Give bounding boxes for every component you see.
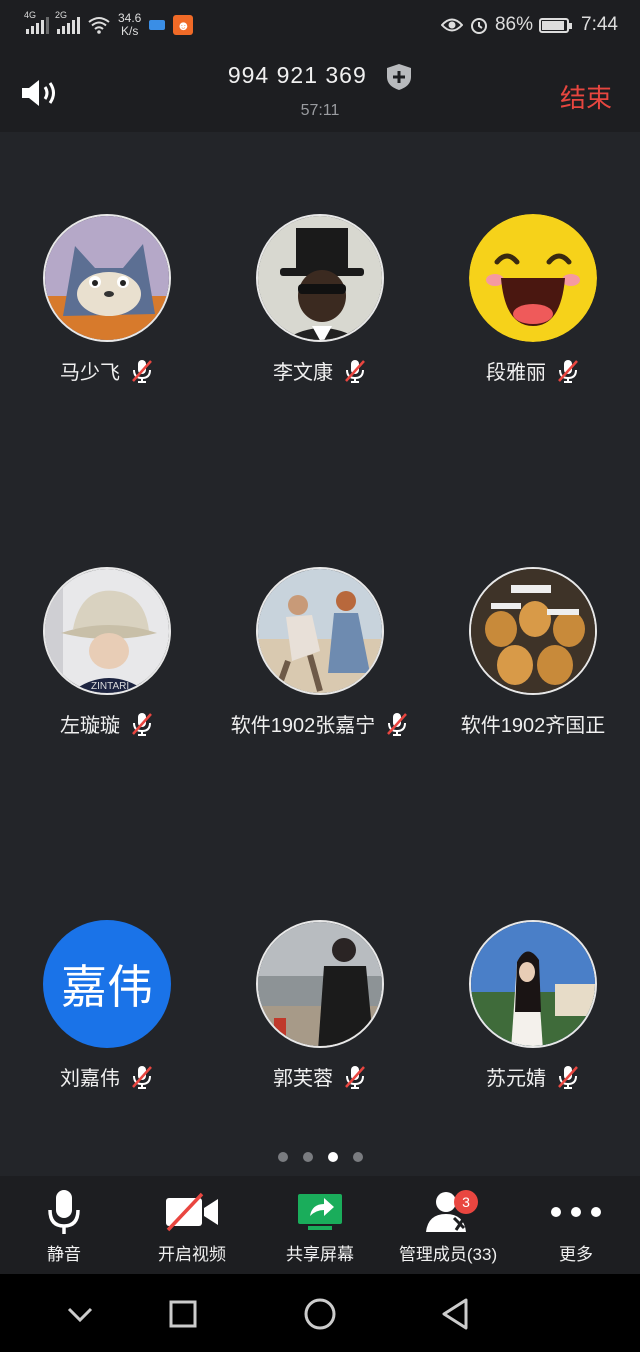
participant-tile[interactable]: 软件1902齐国正 bbox=[426, 567, 640, 738]
start-video-label: 开启视频 bbox=[158, 1245, 226, 1264]
avatar-initials: 嘉伟 bbox=[43, 920, 171, 1048]
eye-icon bbox=[440, 18, 463, 32]
mute-button[interactable]: 静音 bbox=[0, 1176, 128, 1274]
participant-tile[interactable]: 苏元婧 bbox=[426, 920, 640, 1091]
participant-grid: 马少飞 李文康 段雅丽 ZINTARI 左璇璇 软件1902张嘉宁 软件1902… bbox=[0, 132, 640, 1176]
participant-tile[interactable]: 马少飞 bbox=[0, 214, 214, 385]
participant-tile[interactable]: 李文康 bbox=[213, 214, 427, 385]
signal-icon-2: 2G bbox=[55, 10, 80, 34]
network-speed: 34.6 K/s bbox=[118, 11, 142, 38]
alarm-icon bbox=[470, 18, 487, 34]
mic-muted-icon bbox=[345, 1065, 365, 1089]
avatar bbox=[43, 214, 171, 342]
share-screen-label: 共享屏幕 bbox=[286, 1245, 354, 1264]
members-count-badge: 3 bbox=[454, 1190, 478, 1214]
mic-muted-icon bbox=[132, 359, 152, 383]
page-dot-active[interactable] bbox=[327, 1152, 338, 1162]
mic-muted-icon bbox=[132, 712, 152, 736]
participant-name: 刘嘉伟 bbox=[60, 1068, 120, 1090]
participant-tile[interactable]: 软件1902张嘉宁 bbox=[193, 567, 447, 738]
end-meeting-button[interactable]: 结束 bbox=[560, 78, 612, 115]
system-nav-bar bbox=[0, 1274, 640, 1352]
battery-percent: 86% bbox=[494, 14, 534, 35]
more-button[interactable]: 更多 bbox=[512, 1176, 640, 1274]
app-logo-icon: ☻ bbox=[173, 15, 194, 35]
participant-name: 李文康 bbox=[273, 362, 333, 384]
start-video-button[interactable]: 开启视频 bbox=[128, 1176, 256, 1274]
participant-name: 左璇璇 bbox=[60, 715, 120, 737]
participant-name: 苏元婧 bbox=[486, 1068, 546, 1090]
back-icon[interactable] bbox=[436, 1294, 476, 1334]
meeting-header: 994 921 369 57:11 结束 bbox=[0, 54, 640, 132]
home-icon[interactable] bbox=[300, 1294, 340, 1334]
meeting-id: 994 921 369 bbox=[0, 62, 640, 91]
avatar bbox=[256, 920, 384, 1048]
page-dot[interactable] bbox=[352, 1152, 363, 1162]
avatar bbox=[256, 567, 384, 695]
avatar: ZINTARI bbox=[43, 567, 171, 695]
avatar bbox=[256, 214, 384, 342]
page-dot[interactable] bbox=[277, 1152, 288, 1162]
mute-label: 静音 bbox=[47, 1245, 81, 1264]
participant-tile[interactable]: ZINTARI 左璇璇 bbox=[0, 567, 214, 738]
participant-tile[interactable]: 段雅丽 bbox=[426, 214, 640, 385]
more-dots-icon bbox=[551, 1207, 601, 1217]
participant-name: 郭芙蓉 bbox=[273, 1068, 333, 1090]
recent-apps-icon[interactable] bbox=[163, 1294, 203, 1334]
status-bar: 4G 2G 34.6 K/s ☻ 86% 7:44 bbox=[0, 0, 640, 54]
avatar bbox=[469, 920, 597, 1048]
participant-tile[interactable]: 郭芙蓉 bbox=[213, 920, 427, 1091]
participant-name: 软件1902齐国正 bbox=[460, 715, 606, 737]
wifi-icon bbox=[88, 17, 110, 34]
mic-muted-icon bbox=[387, 712, 408, 736]
video-off-icon bbox=[166, 1192, 218, 1232]
meeting-id-text: 994 921 369 bbox=[227, 62, 367, 88]
app-notification-icon bbox=[149, 20, 166, 30]
manage-members-label: 管理成员(33) bbox=[398, 1245, 498, 1264]
manage-members-button[interactable]: 3 管理成员(33) bbox=[384, 1176, 512, 1274]
avatar bbox=[469, 567, 597, 695]
participant-name: 马少飞 bbox=[60, 362, 120, 384]
page-indicator[interactable] bbox=[0, 1152, 640, 1162]
page-dot[interactable] bbox=[302, 1152, 313, 1162]
svg-text:ZINTARI: ZINTARI bbox=[91, 681, 129, 692]
participant-tile[interactable]: 嘉伟 刘嘉伟 bbox=[0, 920, 214, 1091]
mic-muted-icon bbox=[132, 1065, 152, 1089]
mic-muted-icon bbox=[558, 1065, 578, 1089]
battery-icon bbox=[539, 17, 573, 33]
more-label: 更多 bbox=[559, 1245, 593, 1264]
participant-name: 软件1902张嘉宁 bbox=[230, 715, 376, 737]
security-shield-icon[interactable] bbox=[386, 63, 412, 91]
clock: 7:44 bbox=[581, 14, 618, 35]
signal-icon-1: 4G bbox=[24, 10, 49, 34]
collapse-chevron-icon[interactable] bbox=[60, 1294, 100, 1334]
mic-muted-icon bbox=[558, 359, 578, 383]
microphone-icon bbox=[48, 1190, 80, 1234]
avatar bbox=[469, 214, 597, 342]
mic-muted-icon bbox=[345, 359, 365, 383]
participant-name: 段雅丽 bbox=[486, 362, 546, 384]
meeting-timer: 57:11 bbox=[300, 102, 340, 119]
share-screen-icon bbox=[298, 1194, 342, 1230]
meeting-toolbar: 静音 开启视频 共享屏幕 3 管理成员(33) 更多 bbox=[0, 1176, 640, 1274]
share-screen-button[interactable]: 共享屏幕 bbox=[256, 1176, 384, 1274]
